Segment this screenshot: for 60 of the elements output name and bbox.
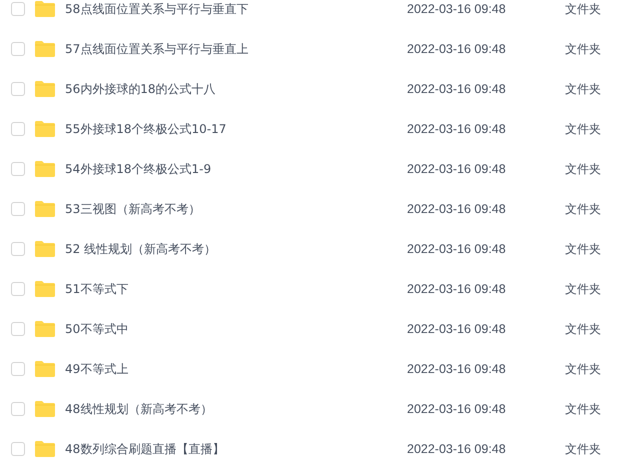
folder-name[interactable]: 49不等式上 bbox=[65, 360, 397, 378]
file-type: 文件夹 bbox=[565, 241, 602, 258]
folder-name[interactable]: 57点线面位置关系与平行与垂直上 bbox=[65, 40, 397, 58]
folder-name[interactable]: 56内外接球的18的公式十八 bbox=[65, 80, 397, 98]
modified-date: 2022-03-16 09:48 bbox=[407, 41, 507, 58]
folder-icon bbox=[35, 241, 55, 257]
file-type: 文件夹 bbox=[565, 81, 602, 98]
modified-date: 2022-03-16 09:48 bbox=[407, 121, 507, 138]
file-type: 文件夹 bbox=[565, 361, 602, 378]
modified-date: 2022-03-16 09:48 bbox=[407, 401, 507, 418]
folder-name[interactable]: 53三视图（新高考不考） bbox=[65, 200, 397, 218]
modified-date: 2022-03-16 09:48 bbox=[407, 281, 507, 298]
checkbox[interactable] bbox=[11, 242, 25, 256]
file-type: 文件夹 bbox=[565, 121, 602, 138]
checkbox[interactable] bbox=[11, 82, 25, 96]
checkbox[interactable] bbox=[11, 282, 25, 296]
checkbox[interactable] bbox=[11, 2, 25, 16]
file-type: 文件夹 bbox=[565, 321, 602, 338]
folder-name[interactable]: 51不等式下 bbox=[65, 280, 397, 298]
folder-name[interactable]: 55外接球18个终极公式10-17 bbox=[65, 120, 397, 138]
modified-date: 2022-03-16 09:48 bbox=[407, 161, 507, 178]
checkbox[interactable] bbox=[11, 322, 25, 336]
modified-date: 2022-03-16 09:48 bbox=[407, 441, 507, 458]
folder-name[interactable]: 50不等式中 bbox=[65, 320, 397, 338]
folder-icon bbox=[35, 121, 55, 137]
modified-date: 2022-03-16 09:48 bbox=[407, 201, 507, 218]
checkbox[interactable] bbox=[11, 122, 25, 136]
file-type: 文件夹 bbox=[565, 1, 602, 18]
file-type: 文件夹 bbox=[565, 201, 602, 218]
modified-date: 2022-03-16 09:48 bbox=[407, 81, 507, 98]
checkbox[interactable] bbox=[11, 42, 25, 56]
modified-date: 2022-03-16 09:48 bbox=[407, 241, 507, 258]
folder-name[interactable]: 52 线性规划（新高考不考） bbox=[65, 240, 397, 258]
folder-icon bbox=[35, 41, 55, 57]
checkbox[interactable] bbox=[11, 162, 25, 176]
modified-date: 2022-03-16 09:48 bbox=[407, 1, 507, 18]
folder-name[interactable]: 54外接球18个终极公式1-9 bbox=[65, 160, 397, 178]
folder-icon bbox=[35, 1, 55, 17]
file-type: 文件夹 bbox=[565, 41, 602, 58]
folder-name[interactable]: 48线性规划（新高考不考） bbox=[65, 400, 397, 418]
folder-icon bbox=[35, 321, 55, 337]
checkbox[interactable] bbox=[11, 402, 25, 416]
modified-date: 2022-03-16 09:48 bbox=[407, 321, 507, 338]
folder-icon bbox=[35, 281, 55, 297]
file-type: 文件夹 bbox=[565, 441, 602, 458]
checkbox[interactable] bbox=[11, 442, 25, 456]
folder-icon bbox=[35, 441, 55, 457]
folder-name[interactable]: 48数列综合刷题直播【直播】 bbox=[65, 440, 397, 458]
checkbox[interactable] bbox=[11, 362, 25, 376]
file-type: 文件夹 bbox=[565, 161, 602, 178]
folder-icon bbox=[35, 161, 55, 177]
checkbox[interactable] bbox=[11, 202, 25, 216]
folder-icon bbox=[35, 201, 55, 217]
folder-icon bbox=[35, 361, 55, 377]
modified-date: 2022-03-16 09:48 bbox=[407, 361, 507, 378]
file-type: 文件夹 bbox=[565, 401, 602, 418]
folder-icon bbox=[35, 401, 55, 417]
folder-icon bbox=[35, 81, 55, 97]
file-type: 文件夹 bbox=[565, 281, 602, 298]
folder-name[interactable]: 58点线面位置关系与平行与垂直下 bbox=[65, 0, 397, 18]
